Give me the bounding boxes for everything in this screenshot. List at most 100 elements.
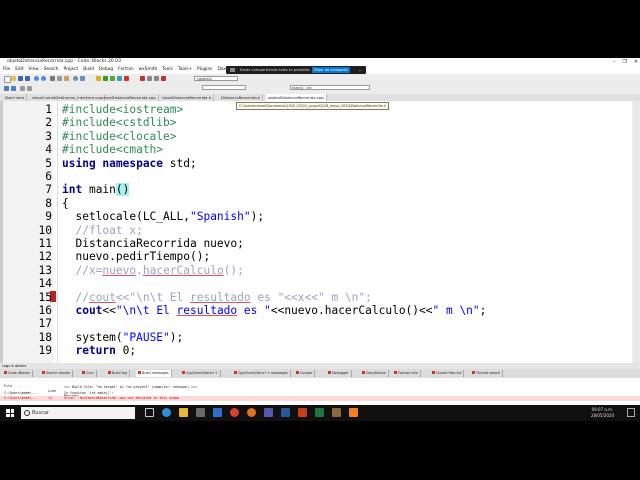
log-tab-5[interactable]: CppCheck/Vera++ [180,370,221,377]
debug-stop-icon[interactable] [161,76,166,81]
run-icon[interactable] [103,76,108,81]
code-line[interactable]: 18 system("PAUSE"); [4,331,632,344]
code-line[interactable]: 16 cout<<"\n\t El resultado es "<<nuevo.… [4,304,632,317]
build-icon[interactable] [96,76,101,81]
excel-icon[interactable] [315,408,324,417]
code-line[interactable]: 17 [4,317,632,330]
mail-icon[interactable] [213,408,222,417]
close-button[interactable]: ✕ [634,58,638,66]
log-tab-7[interactable]: Cscope [294,370,316,377]
code-editor[interactable]: 1 #include<iostream> 2 #include<cstdlib> 3 #i… [4,101,632,363]
log-tab-4[interactable]: Build messages [136,370,172,377]
scope-select[interactable]: <global> [194,76,238,81]
stop-sharing-button[interactable]: Dejar de compartir [312,67,350,73]
log-error-row[interactable]: C:\Users\meme\... 11 error: 'DistanciaReco… [0,396,640,401]
code-line[interactable]: 5 using namespace std; [4,157,632,170]
clock[interactable]: 09:07 a.m. 28/05/2020 [591,407,614,419]
editor-tab-3[interactable]: claseDistanciaRecorrida.h [160,94,215,101]
maximize-button[interactable]: ❐ [622,58,626,66]
windows-start-icon[interactable] [6,409,14,417]
menu-fortran[interactable]: Fortran [118,66,134,74]
debug-step-icon[interactable] [147,76,152,81]
editor-scrollbar[interactable] [633,101,640,363]
menu-file[interactable]: File [3,66,10,74]
code-line[interactable]: 11 DistanciaRecorrida nuevo; [4,237,632,250]
comment-icon[interactable] [20,86,25,91]
undo-icon[interactable] [34,76,39,81]
menu-edit[interactable]: Edit [15,66,23,74]
new-file-icon[interactable] [4,76,11,83]
code-line[interactable]: 10 //float x; [4,224,632,237]
teams-icon[interactable] [264,408,273,417]
menu-tools[interactable]: Tools [162,66,173,74]
log-tab-1[interactable]: Search results [40,370,74,377]
code-line[interactable]: 6 [4,170,632,183]
notifications-icon[interactable] [627,408,635,417]
word-icon[interactable] [281,408,290,417]
save-icon[interactable] [18,76,23,81]
powerpoint-icon[interactable] [298,408,307,417]
menu-build[interactable]: Build [83,66,94,74]
debug-icon[interactable] [140,76,145,81]
file-explorer-icon[interactable] [179,408,188,417]
code-line[interactable]: 9 setlocale(LC_ALL,"Spanish"); [4,210,632,223]
find-icon[interactable] [73,76,78,81]
log-tab-11[interactable]: Closed files list [430,370,465,377]
minimize-button[interactable]: – [613,58,616,66]
open-icon[interactable] [11,76,16,81]
chrome-icon[interactable] [230,408,239,417]
log-tab-0[interactable]: Code::Blocks [2,370,33,377]
jump-back-icon[interactable] [4,86,9,91]
uncomment-icon[interactable] [27,86,32,91]
save-all-icon[interactable] [25,76,30,81]
log-tab-9[interactable]: DoxyBlocks [360,370,389,377]
cut-icon[interactable] [50,76,55,81]
redo-icon[interactable] [41,76,46,81]
log-row[interactable]: === Build file: "no target" in "no proje… [0,385,640,390]
task-view-icon[interactable] [145,408,154,417]
editor-tab-2[interactable]: claseDistanciaRecorrida.cpp [100,94,159,101]
log-tab-8[interactable]: Debugger [326,370,352,377]
editor-tab-0[interactable]: Start here [3,94,28,101]
log-tab-12[interactable]: Thread search [470,370,504,377]
function-select[interactable]: main() : int [290,85,370,90]
editor-tab-4[interactable]: DistanciaRecorrida.h [219,94,264,101]
code-line[interactable]: 7 int main() [4,183,632,197]
jump-forward-icon[interactable] [11,86,16,91]
code-line[interactable]: 8{ [4,197,632,210]
log-tab-2[interactable]: Cccc [80,370,97,377]
copy-icon[interactable] [57,76,62,81]
rebuild-icon[interactable] [117,76,122,81]
menu-debug[interactable]: Debug [99,66,113,74]
menu-view[interactable]: View [29,66,39,74]
editor-tab-5[interactable]: objetoDistanciaRecorrida.cpp [266,94,327,101]
code-line[interactable]: 15 //cout<<"\n\t El resultado es "<<x<<"… [4,291,632,304]
vlc-icon[interactable] [349,408,358,417]
store-icon[interactable] [196,408,205,417]
replace-icon[interactable] [80,76,85,81]
code-line[interactable]: 19 return 0; [4,344,632,357]
menu-project[interactable]: Project [64,66,79,74]
paste-icon[interactable] [64,76,69,81]
log-tab-6[interactable]: CppCheck/Vera++ messages [232,370,291,377]
build-run-icon[interactable] [110,76,115,81]
log-tab-10[interactable]: Fortran info [392,370,421,377]
code-line[interactable]: 2 #include<cstdlib> [4,116,632,129]
taskbar-search[interactable]: Buscar [21,407,135,419]
code-line[interactable]: 14 [4,277,632,290]
debug-next-icon[interactable] [154,76,159,81]
firefox-icon[interactable] [247,408,256,417]
menu-wxsmith[interactable]: wxSmith [139,66,158,74]
log-row[interactable]: C:\Users\meme\... In function 'int main()… [0,391,640,396]
editor-tab-1[interactable]: claseCuentaDeAhorros_interface.cpp [30,94,106,101]
hide-banner-button[interactable]: — [358,66,362,74]
code-line[interactable]: 12 nuevo.pedirTiempo(); [4,250,632,263]
code-line[interactable]: 13 //x=nuevo.hacerCalculo(); [4,264,632,277]
menu-plugins[interactable]: Plugins [197,66,212,74]
menu-tools-[interactable]: Tools+ [178,66,192,74]
code-line[interactable]: 4 #include<cmath> [4,143,632,156]
log-tab-3[interactable]: Build log [106,370,130,377]
codeblocks-taskbar-icon[interactable] [332,408,341,417]
menu-search[interactable]: Search [44,66,59,74]
code-line[interactable]: 3 #include<clocale> [4,130,632,143]
